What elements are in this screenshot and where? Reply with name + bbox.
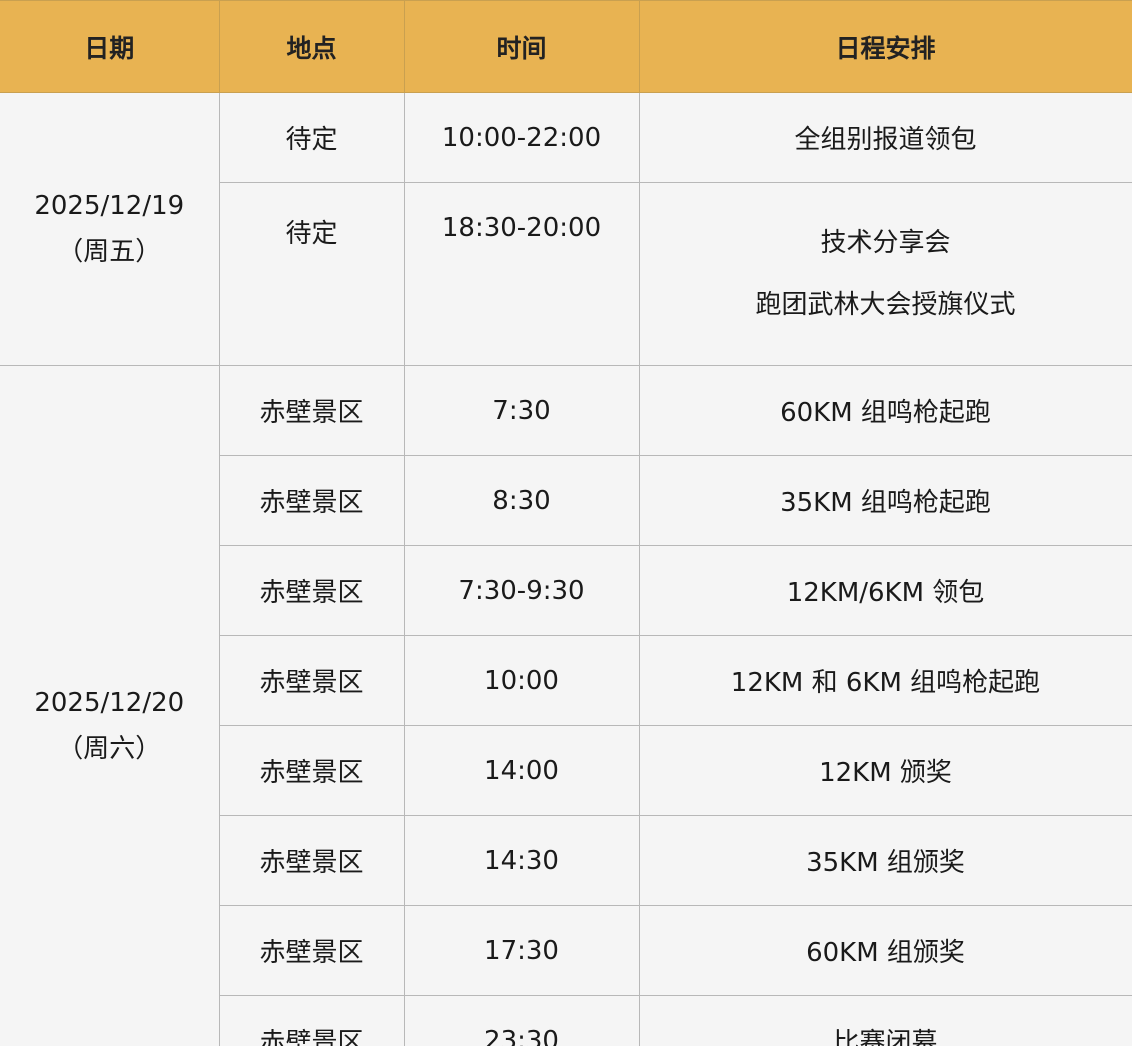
time-cell: 8:30 xyxy=(403,455,640,546)
plan-cell: 35KM 组颁奖 xyxy=(638,815,1132,906)
place-cell: 待定 xyxy=(218,92,405,183)
table-row: 2025/12/20 （周六） 赤壁景区 7:30 60KM 组鸣枪起跑 xyxy=(0,365,1132,1046)
header-date: 日期 xyxy=(0,0,220,93)
plan-cell: 60KM 组颁奖 xyxy=(638,905,1132,996)
header-row: 日期 地点 时间 日程安排 xyxy=(0,0,1132,93)
weekday-text: （周五） xyxy=(57,237,162,267)
date-text: 2025/12/20 xyxy=(34,687,185,718)
place-cell: 赤壁景区 xyxy=(219,905,405,996)
weekday-text: （周六） xyxy=(57,733,162,764)
place-cell: 赤壁景区 xyxy=(219,815,405,906)
plan-cell: 12KM 和 6KM 组鸣枪起跑 xyxy=(638,635,1132,726)
time-cell: 10:00-22:00 xyxy=(403,92,640,183)
place-cell: 赤壁景区 xyxy=(219,725,405,816)
plan-cell: 全组别报道领包 xyxy=(638,92,1132,183)
plan-cell: 35KM 组鸣枪起跑 xyxy=(638,455,1132,546)
time-cell: 7:30 xyxy=(403,365,640,456)
time-cell: 14:00 xyxy=(403,725,640,816)
table-row: 2025/12/19 （周五） 待定 10:00-22:00 全组别报道领包 xyxy=(0,92,1132,366)
place-cell: 赤壁景区 xyxy=(219,545,405,636)
schedule-table: 日期 地点 时间 日程安排 2025/12/19 （周五） 待定 10:00-2… xyxy=(0,0,1132,1046)
header-plan: 日程安排 xyxy=(638,0,1132,93)
time-cell: 10:00 xyxy=(403,635,640,726)
date-text: 2025/12/19 xyxy=(34,191,185,221)
plan-cell: 12KM/6KM 领包 xyxy=(638,545,1132,636)
place-cell: 赤壁景区 xyxy=(219,995,405,1046)
plan-line: 跑团武林大会授旗仪式 xyxy=(755,290,1016,320)
plan-cell: 60KM 组鸣枪起跑 xyxy=(638,365,1132,456)
date-cell-day2: 2025/12/20 （周六） xyxy=(0,365,220,1046)
plan-line: 技术分享会 xyxy=(820,228,951,258)
time-cell: 18:30-20:00 xyxy=(403,182,640,366)
header-place: 地点 xyxy=(218,0,405,93)
time-cell: 7:30-9:30 xyxy=(403,545,640,636)
place-cell: 赤壁景区 xyxy=(219,455,405,546)
time-cell: 23:30 xyxy=(403,995,640,1046)
plan-cell: 比赛闭幕 xyxy=(638,995,1132,1046)
header-time: 时间 xyxy=(403,0,640,93)
time-cell: 14:30 xyxy=(403,815,640,906)
place-cell: 待定 xyxy=(219,182,405,366)
plan-cell: 12KM 颁奖 xyxy=(638,725,1132,816)
plan-cell: 技术分享会 跑团武林大会授旗仪式 xyxy=(638,182,1132,366)
date-cell-day1: 2025/12/19 （周五） xyxy=(0,92,220,366)
place-cell: 赤壁景区 xyxy=(218,365,405,456)
place-cell: 赤壁景区 xyxy=(219,635,405,726)
time-cell: 17:30 xyxy=(403,905,640,996)
